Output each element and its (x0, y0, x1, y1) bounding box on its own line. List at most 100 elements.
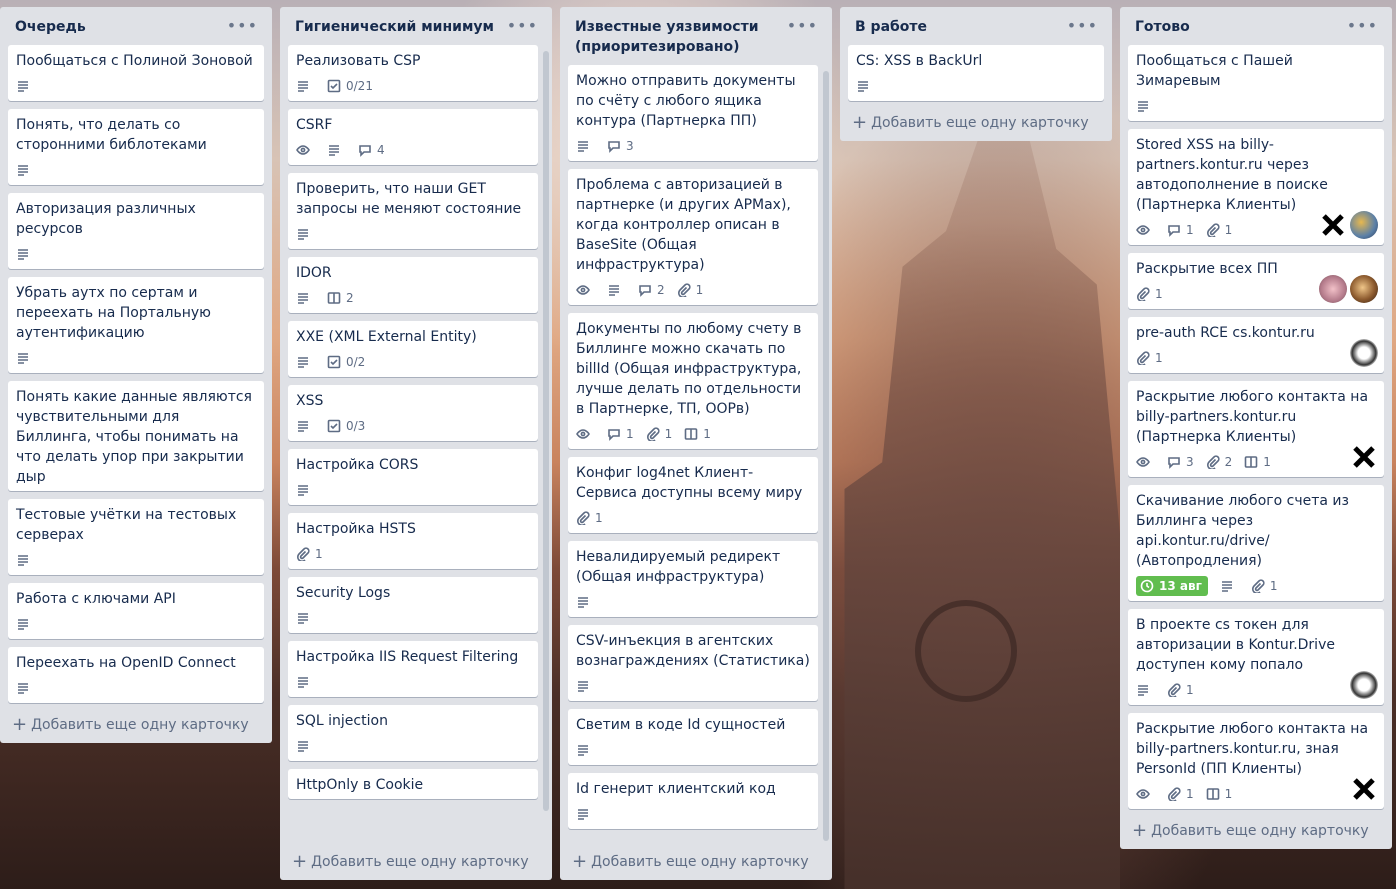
list-done: Готово ••• Пообщаться с Пашей Зимаревым … (1120, 7, 1392, 849)
list-menu-icon[interactable]: ••• (1341, 17, 1384, 35)
card[interactable]: Можно отправить документы по счёту с люб… (568, 65, 818, 161)
card[interactable]: Документы по любому счету в Биллинге мож… (568, 313, 818, 449)
card[interactable]: Авторизация различных ресурсов (8, 193, 264, 269)
card[interactable]: pre-auth RCE cs.kontur.ru 1 (1128, 317, 1384, 373)
avatar[interactable] (1350, 275, 1378, 303)
card[interactable]: CS: XSS в BackUrl (848, 45, 1104, 101)
card[interactable]: Раскрытие любого контакта на billy-partn… (1128, 713, 1384, 809)
description-icon (16, 348, 35, 368)
list-title[interactable]: Готово (1135, 17, 1190, 37)
add-card-label: Добавить еще одну карточку (871, 115, 1089, 131)
card[interactable]: Stored XSS на billy-partners.kontur.ru ч… (1128, 129, 1384, 245)
comments-badge: 1 (1167, 220, 1194, 240)
card[interactable]: CSRF 4 (288, 109, 538, 165)
list-menu-icon[interactable]: ••• (1061, 17, 1104, 35)
card[interactable]: Настройка CORS (288, 449, 538, 505)
description-icon (327, 140, 346, 160)
list-header: Известные уязвимости (приоритезировано) … (560, 7, 832, 63)
card-list: Пообщаться с Пашей Зимаревым Stored XSS … (1120, 45, 1392, 817)
card-title: IDOR (296, 265, 332, 281)
card[interactable]: Пообщаться с Пашей Зимаревым (1128, 45, 1384, 121)
add-card-button[interactable]: + Добавить еще одну карточку (560, 848, 821, 880)
attachments-badge: 1 (1167, 784, 1194, 804)
card[interactable]: Id генерит клиентский код (568, 773, 818, 829)
due-date-badge[interactable]: 13 авг (1136, 576, 1208, 596)
card[interactable]: Светим в коде Id сущностей (568, 709, 818, 765)
add-card-button[interactable]: + Добавить еще одну карточку (0, 711, 272, 743)
card[interactable]: Пообщаться с Полиной Зоновой (8, 45, 264, 101)
card[interactable]: Невалидируемый редирект (Общая инфрастру… (568, 541, 818, 617)
list-menu-icon[interactable]: ••• (501, 17, 544, 35)
card[interactable]: HttpOnly в Cookie (288, 769, 538, 799)
attachments-badge: 1 (576, 508, 603, 528)
list-title[interactable]: В работе (855, 17, 927, 37)
card[interactable]: Скачивание любого счета из Биллинга чере… (1128, 485, 1384, 601)
card[interactable]: IDOR 2 (288, 257, 538, 313)
card[interactable]: Понять какие данные являются чувствитель… (8, 381, 264, 491)
avatar[interactable] (1350, 671, 1378, 699)
card[interactable]: Убрать аутх по сертам и переехать на Пор… (8, 277, 264, 373)
card[interactable]: SQL injection (288, 705, 538, 761)
attachments-badge: 1 (1167, 680, 1194, 700)
card[interactable]: Настройка HSTS 1 (288, 513, 538, 569)
card-title: Реализовать CSP (296, 53, 421, 69)
avatar-x-icon[interactable] (1350, 775, 1378, 803)
card[interactable]: XSS 0/3 (288, 385, 538, 441)
card-title: Невалидируемый редирект (Общая инфрастру… (576, 549, 781, 585)
list-menu-icon[interactable]: ••• (221, 17, 264, 35)
attachment-icon (1136, 287, 1150, 301)
comment-icon (608, 141, 620, 153)
card[interactable]: Понять, что делать со сторонними библоте… (8, 109, 264, 185)
card[interactable]: В проекте cs токен для авторизации в Kon… (1128, 609, 1384, 705)
card[interactable]: Раскрытие любого контакта на billy-partn… (1128, 381, 1384, 477)
board-link-badge: 2 (327, 288, 354, 308)
avatar[interactable] (1319, 275, 1347, 303)
plus-icon: + (12, 714, 28, 735)
plus-icon: + (1132, 820, 1148, 841)
card[interactable]: Security Logs (288, 577, 538, 633)
watch-icon (576, 280, 595, 300)
list-known-vulns: Известные уязвимости (приоритезировано) … (560, 7, 832, 880)
card-title: Настройка HSTS (296, 521, 416, 537)
card[interactable]: CSV-инъекция в агентских вознаграждениях… (568, 625, 818, 701)
card[interactable]: Проблема с авторизацией в партнерке (и д… (568, 169, 818, 305)
card[interactable]: XXE (XML External Entity) 0/2 (288, 321, 538, 377)
avatar[interactable] (1350, 211, 1378, 239)
list-scrollbar[interactable] (543, 51, 549, 811)
attachments-badge: 1 (1136, 284, 1163, 304)
attachments-badge: 1 (646, 424, 672, 444)
card-title: Раскрытие любого контакта на billy-partn… (1136, 389, 1369, 445)
list-title[interactable]: Очередь (15, 17, 86, 37)
description-icon (16, 244, 35, 264)
avatar[interactable] (1350, 339, 1378, 367)
description-icon (576, 592, 595, 612)
list-title[interactable]: Гигиенический минимум (295, 17, 494, 37)
description-icon (576, 136, 595, 156)
description-icon (607, 280, 626, 300)
list-menu-icon[interactable]: ••• (781, 17, 824, 35)
list-title[interactable]: Известные уязвимости (приоритезировано) (575, 17, 781, 57)
description-icon (16, 160, 35, 180)
card-title: Раскрытие любого контакта на billy-partn… (1136, 721, 1369, 777)
card-title: SQL injection (296, 713, 388, 729)
card[interactable]: Конфиг log4net Клиент-Сервиса доступны в… (568, 457, 818, 533)
add-card-button[interactable]: + Добавить еще одну карточку (1120, 817, 1392, 849)
add-card-button[interactable]: + Добавить еще одну карточку (280, 848, 541, 880)
card-members (1319, 211, 1378, 239)
card[interactable]: Работа с ключами API (8, 583, 264, 639)
description-icon (16, 614, 35, 634)
card-title: HttpOnly в Cookie (296, 777, 424, 793)
card[interactable]: Реализовать CSP 0/21 (288, 45, 538, 101)
watch-icon (296, 140, 315, 160)
avatar-x-icon[interactable] (1319, 211, 1347, 239)
checklist-badge: 0/2 (327, 352, 365, 372)
card[interactable]: Переехать на OpenID Connect (8, 647, 264, 703)
card[interactable]: Проверить, что наши GET запросы не меняю… (288, 173, 538, 249)
card[interactable]: Настройка IIS Request Filtering (288, 641, 538, 697)
list-scrollbar[interactable] (823, 71, 829, 841)
list-hygiene: Гигиенический минимум ••• Реализовать CS… (280, 7, 552, 880)
card[interactable]: Раскрытие всех ПП 1 (1128, 253, 1384, 309)
add-card-button[interactable]: + Добавить еще одну карточку (840, 109, 1112, 141)
avatar-x-icon[interactable] (1350, 443, 1378, 471)
card[interactable]: Тестовые учётки на тестовых серверах (8, 499, 264, 575)
